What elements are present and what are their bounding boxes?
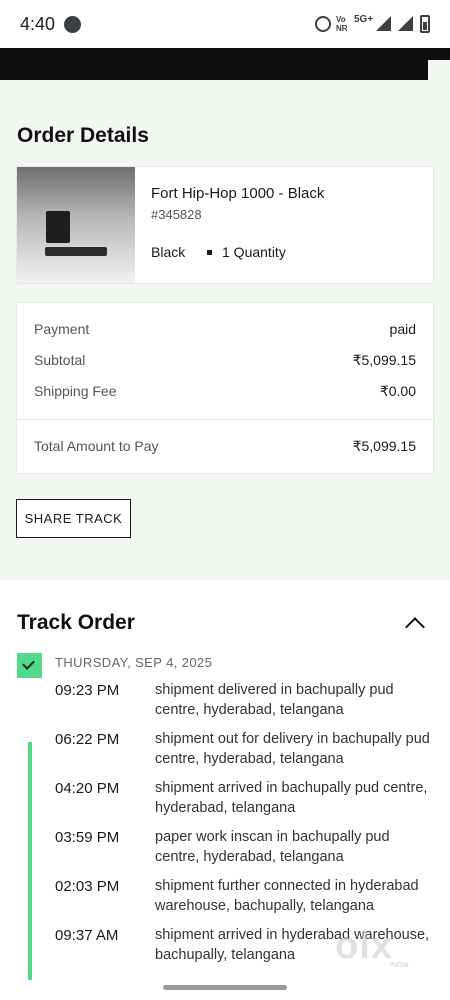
product-soundbar-shape <box>45 247 107 256</box>
order-details-title: Order Details <box>17 124 149 147</box>
battery-icon <box>420 15 430 33</box>
network-type: 5G+ <box>354 14 374 25</box>
shipping-fee-label: Shipping Fee <box>34 383 117 399</box>
summary-divider <box>17 419 433 420</box>
status-time: 4:40 <box>20 14 56 34</box>
event-time: 09:37 AM <box>55 927 119 944</box>
signal-icon-2 <box>398 16 413 31</box>
header-notch <box>428 60 450 80</box>
watermark-sub: INDIA <box>390 962 409 969</box>
product-quantity: 1 Quantity <box>222 244 286 260</box>
payment-summary-card: Payment paid Subtotal ₹5,099.15 Shipping… <box>16 302 434 474</box>
event-time: 04:20 PM <box>55 780 120 797</box>
product-sku: #345828 <box>151 207 202 222</box>
product-subwoofer-shape <box>46 211 70 243</box>
globe-icon <box>64 16 81 33</box>
event-time: 02:03 PM <box>55 878 120 895</box>
track-order-section: Track Order THURSDAY, SEP 4, 2025 09:23 … <box>0 580 450 1000</box>
product-image <box>17 167 135 283</box>
order-details-section: Order Details Fort Hip-Hop 1000 - Black … <box>0 80 450 580</box>
gesture-nav-handle[interactable] <box>163 985 287 990</box>
signal-icon <box>376 16 391 31</box>
event-time: 09:23 PM <box>55 682 120 699</box>
event-time: 06:22 PM <box>55 731 120 748</box>
payment-label: Payment <box>34 321 90 337</box>
total-value: ₹5,099.15 <box>352 438 416 454</box>
subtotal-label: Subtotal <box>34 352 86 368</box>
product-name: Fort Hip-Hop 1000 - Black <box>151 185 325 202</box>
event-description: shipment delivered in bachupally pud cen… <box>155 682 394 718</box>
check-icon <box>17 653 42 678</box>
event-description: shipment arrived in hyderabad warehouse,… <box>155 927 430 963</box>
product-card[interactable]: Fort Hip-Hop 1000 - Black #345828 Black … <box>16 166 434 284</box>
timeline-line <box>28 742 32 980</box>
shipping-fee-value: ₹0.00 <box>379 383 416 399</box>
bullet-icon <box>207 250 212 255</box>
subtotal-value: ₹5,099.15 <box>352 352 416 368</box>
payment-value: paid <box>389 321 416 337</box>
track-date: THURSDAY, SEP 4, 2025 <box>55 655 213 670</box>
event-description: shipment further connected in hyderabad … <box>155 878 419 914</box>
event-time: 03:59 PM <box>55 829 120 846</box>
share-track-button[interactable]: SHARE TRACK <box>16 499 131 538</box>
event-description: paper work inscan in bachupally pud cent… <box>155 829 390 865</box>
event-description: shipment arrived in bachupally pud centr… <box>155 780 428 816</box>
event-description: shipment out for delivery in bachupally … <box>155 731 430 767</box>
chevron-up-icon[interactable] <box>405 617 425 637</box>
track-order-title: Track Order <box>17 611 135 634</box>
total-label: Total Amount to Pay <box>34 438 159 454</box>
volte-indicator: Vo NR <box>336 15 348 33</box>
app-header <box>0 48 450 80</box>
alarm-icon <box>315 16 331 32</box>
status-bar: 4:40 Vo NR 5G+ <box>0 0 450 48</box>
watermark-logo: olx <box>335 925 393 967</box>
product-color: Black <box>151 244 186 260</box>
